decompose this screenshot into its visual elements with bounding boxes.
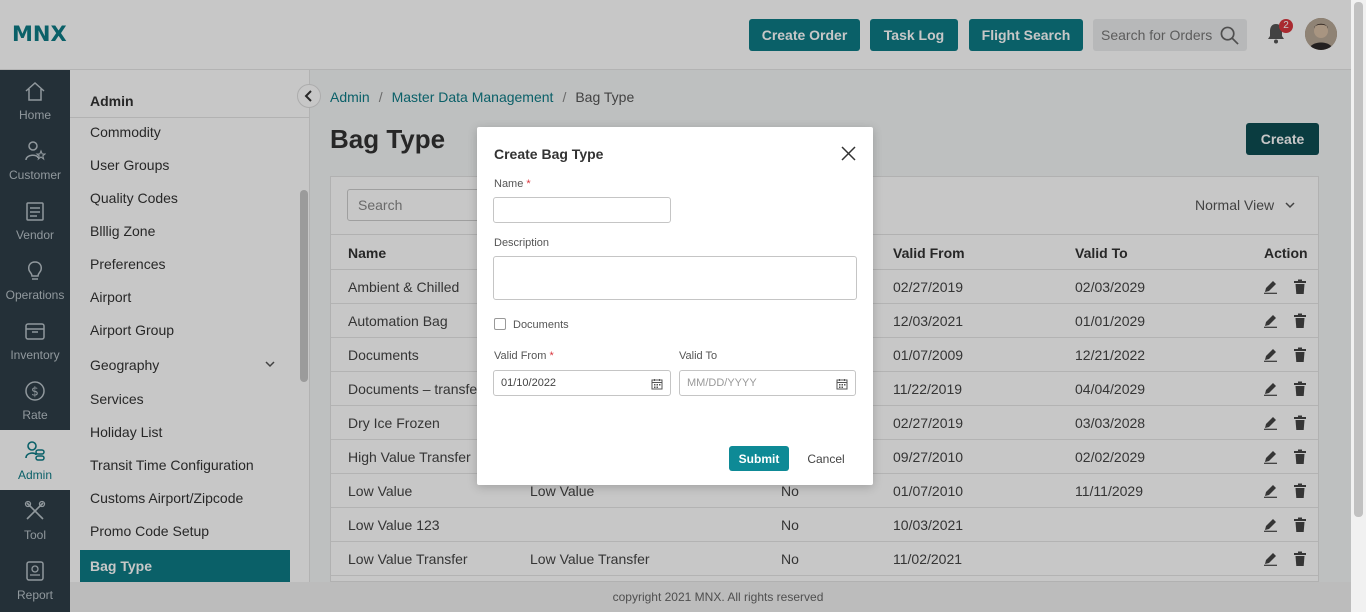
description-input[interactable] xyxy=(493,256,857,300)
valid-from-label: Valid From * xyxy=(494,350,554,362)
required-marker: * xyxy=(549,350,554,362)
valid-from-input[interactable] xyxy=(493,370,671,396)
valid-to-input[interactable] xyxy=(679,370,856,396)
required-marker: * xyxy=(526,178,531,190)
create-bag-type-modal: Create Bag Type Name * Description Docum… xyxy=(477,127,873,485)
name-input[interactable] xyxy=(493,197,671,223)
name-label: Name * xyxy=(494,178,531,190)
valid-to-label: Valid To xyxy=(679,350,718,362)
submit-button[interactable]: Submit xyxy=(729,446,789,471)
documents-label[interactable]: Documents xyxy=(513,319,569,331)
documents-checkbox[interactable] xyxy=(494,318,506,330)
page-scrollbar-thumb[interactable] xyxy=(1354,2,1363,517)
name-label-text: Name xyxy=(494,178,524,190)
calendar-icon[interactable] xyxy=(836,377,848,395)
valid-from-label-text: Valid From xyxy=(494,350,547,362)
page-scrollbar[interactable] xyxy=(1351,0,1366,612)
description-label: Description xyxy=(494,237,550,249)
modal-title: Create Bag Type xyxy=(494,146,604,162)
close-icon[interactable] xyxy=(841,146,856,166)
cancel-button[interactable]: Cancel xyxy=(803,446,849,471)
calendar-icon[interactable] xyxy=(651,377,663,395)
